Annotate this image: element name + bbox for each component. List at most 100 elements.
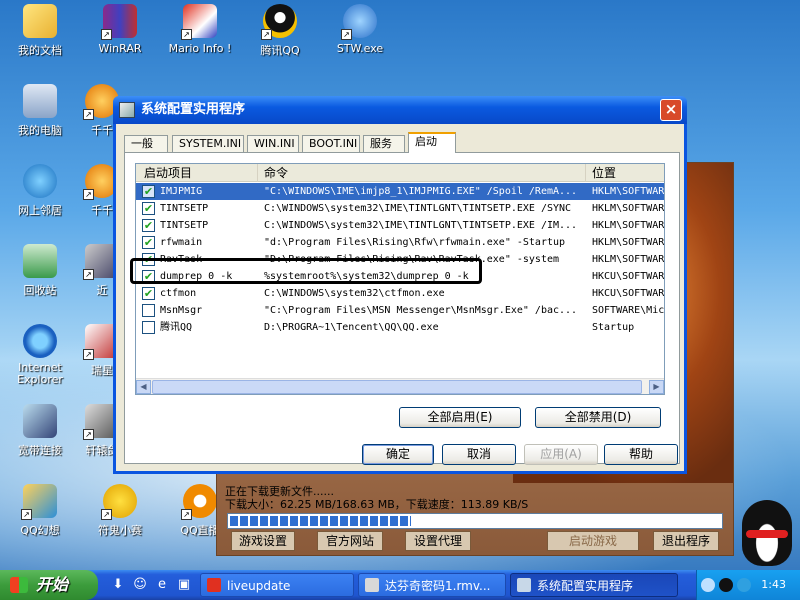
- desktop-icon-ie[interactable]: Internet Explorer: [2, 324, 78, 386]
- desktop-icon-broadband[interactable]: 宽带连接: [2, 404, 78, 458]
- tab-general[interactable]: 一般: [124, 135, 168, 152]
- messenger-icon[interactable]: ☺: [132, 577, 148, 593]
- startup-item-name: rfwmain: [160, 237, 203, 248]
- startup-location: Startup: [592, 322, 635, 333]
- taskbar-button-liveupdate[interactable]: liveupdate: [200, 573, 354, 597]
- table-row[interactable]: ✔ dumprep 0 -k %systemroot%\system32\dumpr…: [136, 268, 664, 285]
- startup-checkbox[interactable]: ✔: [142, 236, 155, 249]
- desktop-icon-qq-fantasy[interactable]: ↗ QQ幻想: [2, 484, 78, 538]
- desktop-show-icon[interactable]: ▣: [176, 577, 192, 593]
- startup-location: HKCU\SOFTWARE: [592, 288, 664, 299]
- cancel-button[interactable]: 取消: [442, 444, 516, 465]
- official-site-button[interactable]: 官方网站: [317, 531, 383, 551]
- desktop-icon-winrar[interactable]: ↗ WinRAR: [82, 4, 158, 55]
- tray-qq-icon[interactable]: [719, 578, 733, 592]
- scroll-left-icon[interactable]: ◀: [136, 380, 151, 394]
- tab-services[interactable]: 服务: [363, 135, 405, 152]
- penguin-icon: ↗: [261, 4, 297, 40]
- desktop-icon-qq[interactable]: ↗ 腾讯QQ: [242, 4, 318, 58]
- tab-boot-ini[interactable]: BOOT.INI: [302, 135, 360, 152]
- winrar-icon: ↗: [101, 4, 137, 40]
- tab-startup[interactable]: 启动: [408, 132, 456, 153]
- desktop-icon-my-documents[interactable]: 我的文档: [2, 4, 78, 58]
- help-button[interactable]: 帮助: [604, 444, 678, 465]
- scroll-right-icon[interactable]: ▶: [649, 380, 664, 394]
- startup-item-name: MsnMsgr: [160, 305, 203, 316]
- close-icon[interactable]: ×: [660, 99, 682, 121]
- table-row[interactable]: ✔ IMJPMIG "C:\WINDOWS\IME\imjp8_1\IMJPMIG.…: [136, 183, 664, 200]
- desktop-icon-fugui[interactable]: ↗ 符鬼小赛: [82, 484, 158, 538]
- table-row[interactable]: ✔ TINTSETP C:\WINDOWS\system32\IME\TINTLGN…: [136, 217, 664, 234]
- download-progress-bar: [227, 513, 723, 529]
- desktop-icon-mario-info[interactable]: ↗ Mario Info !: [162, 4, 238, 55]
- startup-command: %systemroot%\system32\dumprep 0 -k: [264, 271, 469, 282]
- taskbar-button-msconfig[interactable]: 系统配置实用程序: [510, 573, 678, 597]
- start-game-button[interactable]: 启动游戏: [547, 531, 639, 551]
- launcher-status: 正在下载更新文件...... 下载大小：62.25 MB/168.63 MB，下…: [225, 485, 528, 511]
- startup-checkbox[interactable]: [142, 304, 155, 317]
- enable-all-button[interactable]: 全部启用(E): [399, 407, 521, 428]
- startup-checkbox[interactable]: ✔: [142, 287, 155, 300]
- desktop-icon-network[interactable]: 网上邻居: [2, 164, 78, 218]
- exit-program-button[interactable]: 退出程序: [653, 531, 719, 551]
- startup-checkbox[interactable]: ✔: [142, 270, 155, 283]
- table-row[interactable]: MsnMsgr "C:\Program Files\MSN Messenger\M…: [136, 302, 664, 319]
- desktop-icon-label: 我的电脑: [18, 124, 62, 137]
- desktop-icon-recycle-bin[interactable]: 回收站: [2, 244, 78, 298]
- table-row[interactable]: ✔ RavTask "D:\Program Files\Rising\Rav\Rav…: [136, 251, 664, 268]
- table-row[interactable]: ✔ TINTSETP C:\WINDOWS\system32\IME\TINTLGN…: [136, 200, 664, 217]
- desktop-icon-label: 我的文档: [18, 44, 62, 57]
- horizontal-scrollbar[interactable]: ◀ ▶: [136, 378, 664, 394]
- tray-expand-icon[interactable]: [701, 578, 715, 592]
- qq-penguin-mascot-icon[interactable]: [742, 500, 792, 566]
- startup-item-name: ctfmon: [160, 288, 197, 299]
- disable-all-button[interactable]: 全部禁用(D): [535, 407, 661, 428]
- startup-list[interactable]: 启动项目 命令 位置 ✔ IMJPMIG "C:\WINDOWS\IME\imjp8…: [135, 163, 665, 395]
- column-header-command[interactable]: 命令: [258, 164, 586, 182]
- column-header-item[interactable]: 启动项目: [136, 164, 258, 182]
- column-header-location[interactable]: 位置: [586, 164, 664, 182]
- startup-command: C:\WINDOWS\system32\IME\TINTLGNT\TINTSET…: [264, 203, 572, 214]
- desktop-icon-label: 腾讯QQ: [260, 44, 300, 57]
- startup-panel: 启动项目 命令 位置 ✔ IMJPMIG "C:\WINDOWS\IME\imjp8…: [124, 152, 680, 464]
- desktop-icon-stw[interactable]: ↗ STW.exe: [322, 4, 398, 55]
- penguin-scarf: [746, 530, 788, 538]
- startup-checkbox[interactable]: [142, 321, 155, 334]
- mario-task-icon: [207, 578, 221, 592]
- tab-system-ini[interactable]: SYSTEM.INI: [172, 135, 244, 152]
- startup-checkbox[interactable]: ✔: [142, 202, 155, 215]
- startup-command: "d:\Program Files\Rising\Rfw\rfwmain.exe…: [264, 237, 566, 248]
- table-row[interactable]: ✔ ctfmon C:\WINDOWS\system32\ctfmon.exe HKC…: [136, 285, 664, 302]
- tray-rising-icon[interactable]: [737, 578, 751, 592]
- desktop-icon-label: 网上邻居: [18, 204, 62, 217]
- start-button[interactable]: 开始: [0, 570, 98, 600]
- startup-command: D:\PROGRA~1\Tencent\QQ\QQ.exe: [264, 322, 439, 333]
- ie-quicklaunch-icon[interactable]: e: [154, 577, 170, 593]
- table-row[interactable]: ✔ rfwmain "d:\Program Files\Rising\Rfw\rfw…: [136, 234, 664, 251]
- proxy-settings-button[interactable]: 设置代理: [405, 531, 471, 551]
- download-icon[interactable]: ⬇: [110, 577, 126, 593]
- taskbar-button-video[interactable]: 达芬奇密码1.rmv...: [358, 573, 506, 597]
- game-settings-button[interactable]: 游戏设置: [231, 531, 295, 551]
- ok-button[interactable]: 确定: [362, 444, 434, 465]
- play-icon: ↗: [181, 484, 217, 520]
- desktop-icon-label: QQ幻想: [20, 524, 60, 537]
- scroll-thumb[interactable]: [152, 380, 642, 394]
- msconfig-app-icon: [119, 102, 135, 118]
- startup-checkbox[interactable]: ✔: [142, 219, 155, 232]
- taskbar-button-label: 系统配置实用程序: [537, 579, 634, 593]
- desktop-icon-my-computer[interactable]: 我的电脑: [2, 84, 78, 138]
- taskbar: 开始 ⬇ ☺ e ▣ liveupdate 达芬奇密码1.rmv... 系统配置…: [0, 570, 800, 600]
- list-header: 启动项目 命令 位置: [136, 164, 664, 182]
- desktop-icon-label: Mario Info !: [168, 42, 232, 55]
- qq-fantasy-icon: ↗: [21, 484, 57, 520]
- startup-checkbox[interactable]: ✔: [142, 185, 155, 198]
- windows-flag-icon: [10, 577, 28, 593]
- tab-win-ini[interactable]: WIN.INI: [247, 135, 299, 152]
- taskbar-button-label: liveupdate: [227, 579, 291, 593]
- startup-checkbox[interactable]: ✔: [142, 253, 155, 266]
- video-file-icon: [365, 578, 379, 592]
- dialog-titlebar[interactable]: 系统配置实用程序 ×: [113, 96, 687, 124]
- table-row[interactable]: 腾讯QQ D:\PROGRA~1\Tencent\QQ\QQ.exe Startup: [136, 319, 664, 336]
- internet-explorer-icon: [23, 324, 57, 358]
